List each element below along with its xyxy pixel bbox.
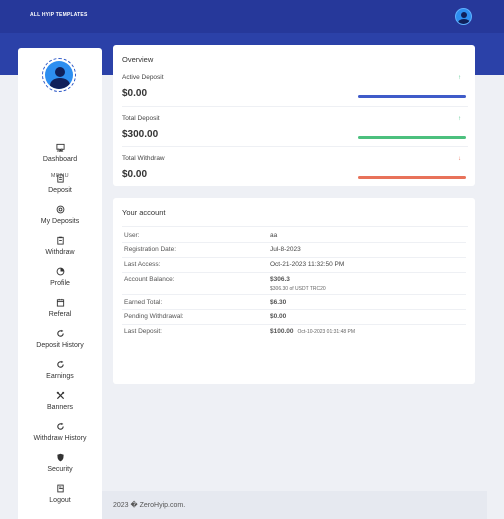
last-deposit-date: Oct-10-2023 01:31:48 PM	[297, 329, 356, 335]
account-row-pending: Pending Withdrawal: $0.00	[122, 310, 466, 325]
stat-value: $0.00	[122, 169, 148, 180]
profile-avatar	[42, 58, 76, 92]
sidebar-item-label: Deposit History	[36, 342, 84, 349]
sidebar-item-withdraw-history[interactable]: Withdraw History	[18, 422, 102, 450]
sidebar-item-banners[interactable]: Banners	[18, 391, 102, 419]
sidebar-item-referal[interactable]: Referal	[18, 298, 102, 326]
stat-label: Active Deposit	[122, 74, 164, 81]
sidebar-item-label: Logout	[49, 497, 71, 504]
sidebar-item-deposit-history[interactable]: Deposit History	[18, 329, 102, 357]
account-row-last-deposit: Last Deposit: $100.00 Oct-10-2023 01:31:4…	[122, 325, 466, 340]
sidebar-item-deposit[interactable]: Deposit	[18, 174, 102, 202]
account-key: Pending Withdrawal:	[124, 313, 184, 320]
sidebar-item-label: Dashboard	[42, 156, 78, 163]
divider	[122, 146, 468, 147]
coin-icon	[56, 205, 64, 214]
stat-bar	[358, 176, 466, 179]
monitor-icon	[55, 143, 65, 152]
stat-active-deposit: Active Deposit $0.00 ↑	[113, 74, 475, 114]
pie-icon	[56, 267, 64, 276]
arrow-up-icon: ↑	[458, 75, 461, 81]
stat-total-withdraw: Total Withdraw $0.00 ↓	[113, 155, 475, 195]
sidebar-item-withdraw[interactable]: Withdraw	[18, 236, 102, 264]
stat-value: $0.00	[122, 88, 148, 99]
top-navbar: ALL HYIP TEMPLATES	[0, 0, 504, 33]
account-row-registration: Registration Date: Jul-8-2023	[122, 243, 466, 258]
refresh-icon	[56, 329, 64, 337]
overview-card: Overview Active Deposit $0.00 ↑ Total De…	[113, 45, 475, 186]
refresh-icon	[56, 422, 64, 430]
arrow-down-icon: ↓	[458, 156, 461, 162]
arrow-up-icon: ↑	[458, 116, 461, 122]
account-card: Your account User: aa Registration Date:…	[113, 198, 475, 384]
account-row-last-access: Last Access: Oct-21-2023 11:32:50 PM	[122, 258, 466, 273]
brand-logo-text[interactable]: ALL HYIP TEMPLATES	[30, 12, 88, 18]
account-value: $6.30	[270, 299, 287, 306]
account-value: Jul-8-2023	[270, 246, 301, 253]
divider	[122, 226, 468, 227]
account-key: Account Balance:	[124, 276, 175, 283]
sidebar: aa MENU Dashboard Deposit My Deposits Wi…	[18, 48, 102, 519]
sidebar-item-label: Deposit	[48, 187, 72, 194]
stat-label: Total Deposit	[122, 115, 160, 122]
sidebar-item-my-deposits[interactable]: My Deposits	[18, 205, 102, 233]
account-key: Registration Date:	[124, 246, 177, 253]
refresh-icon	[56, 360, 64, 368]
sidebar-item-profile[interactable]: Profile	[18, 267, 102, 295]
footer: 2023 � ZeroHyip.com.	[102, 491, 487, 519]
account-key: Last Deposit:	[124, 328, 162, 335]
sidebar-item-label: Security	[47, 466, 73, 473]
account-value: $100.00 Oct-10-2023 01:31:48 PM	[270, 328, 355, 335]
stat-label: Total Withdraw	[122, 155, 165, 162]
last-deposit-amount: $100.00	[270, 328, 294, 335]
stat-value: $300.00	[122, 129, 159, 140]
tools-icon	[56, 391, 64, 400]
logout-icon	[56, 484, 64, 493]
account-row-balance: Account Balance: $306.3 $306.30 of USDT …	[122, 273, 466, 295]
account-title: Your account	[122, 208, 166, 217]
sidebar-item-label: Profile	[50, 280, 70, 287]
sidebar-item-earnings[interactable]: Earnings	[18, 360, 102, 388]
divider	[122, 106, 468, 107]
sidebar-item-label: Withdraw	[45, 249, 75, 256]
account-row-earned: Earned Total: $6.30	[122, 296, 466, 310]
sidebar-item-label: Earnings	[46, 373, 74, 380]
account-value: $306.3	[270, 276, 290, 283]
sidebar-item-logout[interactable]: Logout	[18, 484, 102, 512]
account-row-user: User: aa	[122, 229, 466, 243]
clipboard-icon	[56, 236, 64, 245]
stat-total-deposit: Total Deposit $300.00 ↑	[113, 115, 475, 155]
document-icon	[56, 174, 64, 183]
account-key: Earned Total:	[124, 299, 163, 306]
calendar-icon	[56, 298, 64, 307]
account-value: Oct-21-2023 11:32:50 PM	[270, 261, 345, 268]
account-balance-detail: $306.30 of USDT TRC20	[270, 286, 326, 292]
stat-bar	[358, 136, 466, 139]
footer-copyright: 2023 � ZeroHyip.com.	[113, 502, 186, 509]
account-key: Last Access:	[124, 261, 161, 268]
sidebar-item-label: Withdraw History	[33, 435, 87, 442]
sidebar-item-dashboard[interactable]: Dashboard	[18, 143, 102, 171]
account-key: User:	[124, 232, 140, 239]
sidebar-item-label: Referal	[48, 311, 72, 318]
overview-title: Overview	[122, 55, 154, 64]
account-value: $0.00	[270, 313, 287, 320]
sidebar-item-label: Banners	[46, 404, 74, 411]
stat-bar	[358, 95, 466, 98]
account-value: aa	[270, 232, 278, 239]
sidebar-item-label: My Deposits	[40, 218, 80, 225]
sidebar-item-security[interactable]: Security	[18, 453, 102, 481]
user-avatar-icon[interactable]	[455, 8, 472, 25]
shield-icon	[56, 453, 64, 462]
